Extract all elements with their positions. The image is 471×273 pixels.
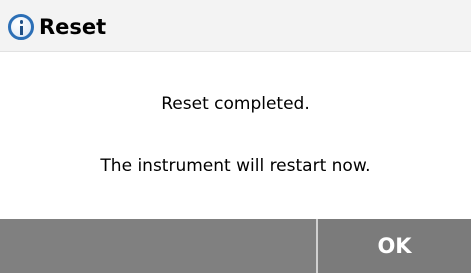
message-restart-notice: The instrument will restart now. <box>100 156 371 176</box>
dialog-title: Reset <box>39 15 107 39</box>
reset-dialog: Reset Reset completed. The instrument wi… <box>0 0 471 273</box>
message-reset-completed: Reset completed. <box>161 94 310 114</box>
dialog-title-bar: Reset <box>0 0 471 52</box>
dialog-button-bar: OK <box>0 219 471 273</box>
empty-button-slot <box>0 219 318 273</box>
ok-button[interactable]: OK <box>318 219 471 273</box>
info-icon <box>8 14 34 40</box>
